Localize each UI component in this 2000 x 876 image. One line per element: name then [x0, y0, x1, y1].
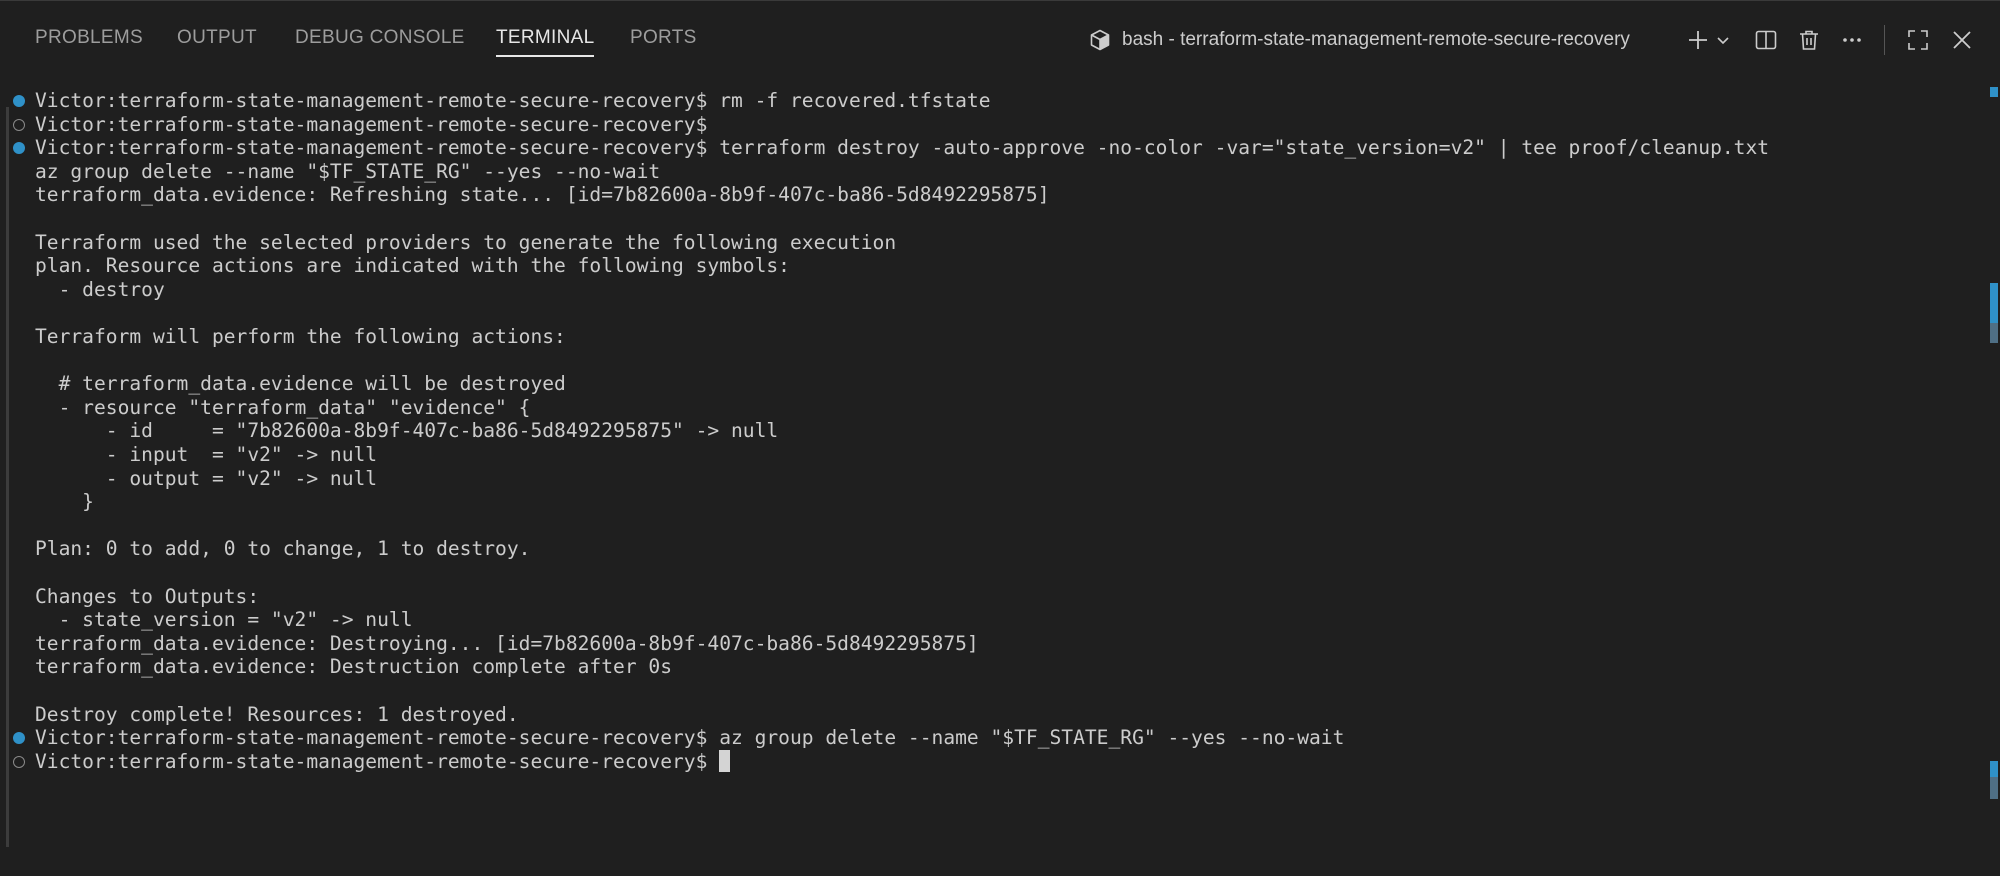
terminal-line: # terraform_data.evidence will be destro… — [35, 372, 566, 396]
tab-label: PROBLEMS — [35, 27, 143, 48]
terminal-line-text: - destroy — [35, 277, 165, 301]
split-terminal-icon[interactable] — [1751, 25, 1781, 55]
tab-label: PORTS — [630, 27, 697, 48]
scrollbar-marker — [1990, 777, 1998, 799]
terminal-line-text: # terraform_data.evidence will be destro… — [35, 372, 566, 396]
terminal-line-text: - resource "terraform_data" "evidence" { — [35, 395, 531, 419]
command-success-decoration[interactable] — [13, 732, 25, 745]
terminal-line-text: Victor:terraform-state-management-remote… — [35, 112, 708, 136]
toolbar-divider — [1884, 25, 1885, 55]
tab-output[interactable]: OUTPUT — [177, 27, 257, 49]
panel-tab-bar: PROBLEMS OUTPUT DEBUG CONSOLE TERMINAL P… — [0, 1, 2000, 73]
terminal-line: Victor:terraform-state-management-remote… — [35, 726, 1344, 750]
terminal-line-text: Plan: 0 to add, 0 to change, 1 to destro… — [35, 537, 531, 561]
tab-label: DEBUG CONSOLE — [295, 27, 465, 48]
tab-label: OUTPUT — [177, 27, 257, 48]
scrollbar-marker — [1990, 283, 1998, 323]
command-success-decoration[interactable] — [13, 95, 25, 107]
terminal-line: az group delete --name "$TF_STATE_RG" --… — [35, 160, 660, 184]
tab-label: TERMINAL — [496, 27, 595, 48]
terminal-line-text: terraform_data.evidence: Refreshing stat… — [35, 183, 1050, 207]
terminal-line-text: - input = "v2" -> null — [35, 443, 378, 466]
terminal-line: plan. Resource actions are indicated wit… — [35, 254, 790, 278]
terminal-line: Victor:terraform-state-management-remote… — [35, 136, 1769, 160]
command-decoration[interactable] — [13, 755, 25, 768]
terminal-line: - id = "7b82600a-8b9f-407c-ba86-5d849229… — [35, 419, 778, 443]
terminal-line: } — [35, 490, 94, 514]
tab-debug-console[interactable]: DEBUG CONSOLE — [295, 27, 465, 49]
scrollbar-marker — [1990, 761, 1998, 777]
terminal-line: Terraform will perform the following act… — [35, 325, 566, 349]
terminal-line: - destroy — [35, 278, 165, 302]
close-icon[interactable] — [1947, 25, 1977, 55]
terminal-gutter — [6, 107, 9, 847]
terminal-line: - input = "v2" -> null — [35, 443, 377, 467]
terminal-line-text: Victor:terraform-state-management-remote… — [35, 749, 720, 773]
terminal-output[interactable]: Victor:terraform-state-management-remote… — [0, 87, 1975, 876]
terminal-line: - output = "v2" -> null — [35, 467, 377, 491]
terminal-scrollbar[interactable] — [1986, 87, 2000, 876]
terminal-line-text: - output = "v2" -> null — [35, 466, 378, 490]
command-success-decoration[interactable] — [13, 142, 25, 155]
terminal-line-text: Terraform will perform the following act… — [35, 325, 566, 348]
active-tab-indicator — [496, 55, 595, 57]
terminal-line-text: terraform_data.evidence: Destruction com… — [35, 655, 673, 679]
cube-icon — [1088, 28, 1112, 52]
terminal-line-text: Terraform used the selected providers to… — [35, 230, 897, 254]
trash-icon[interactable] — [1794, 25, 1824, 55]
ellipsis-icon[interactable] — [1837, 25, 1867, 55]
terminal-instance-selector[interactable]: bash - terraform-state-management-remote… — [1088, 27, 1630, 53]
terminal-line: terraform_data.evidence: Refreshing stat… — [35, 183, 1050, 207]
terminal-line: - resource "terraform_data" "evidence" { — [35, 395, 531, 420]
terminal-line-text: - state_version = "v2" -> null — [35, 608, 413, 632]
scrollbar-marker — [1990, 323, 1998, 343]
maximize-icon[interactable] — [1903, 25, 1933, 55]
terminal-line-text: plan. Resource actions are indicated wit… — [35, 254, 790, 278]
terminal-line-text: Victor:terraform-state-management-remote… — [35, 136, 1770, 160]
terminal-line: Victor:terraform-state-management-remote… — [35, 749, 731, 774]
terminal-line-text: } — [35, 490, 94, 514]
terminal-cursor — [719, 749, 731, 772]
plus-icon[interactable] — [1683, 25, 1713, 55]
terminal-line-text: Changes to Outputs: — [35, 584, 260, 608]
terminal-line-text: Destroy complete! Resources: 1 destroyed… — [35, 702, 519, 726]
terminal-line: terraform_data.evidence: Destroying... [… — [35, 632, 979, 656]
terminal-line-text: - id = "7b82600a-8b9f-407c-ba86-5d849229… — [35, 419, 779, 443]
terminal-line: Plan: 0 to add, 0 to change, 1 to destro… — [35, 537, 530, 561]
tab-ports[interactable]: PORTS — [630, 27, 697, 49]
terminal-line: Changes to Outputs: — [35, 585, 259, 609]
terminal-panel: PROBLEMS OUTPUT DEBUG CONSOLE TERMINAL P… — [0, 0, 2000, 876]
tab-problems[interactable]: PROBLEMS — [35, 27, 143, 49]
terminal-line: Terraform used the selected providers to… — [35, 231, 896, 255]
terminal-line: Victor:terraform-state-management-remote… — [35, 89, 991, 113]
terminal-line: - state_version = "v2" -> null — [35, 608, 413, 632]
terminal-line-text: terraform_data.evidence: Destroying... [… — [35, 631, 979, 655]
terminal-title: bash - terraform-state-management-remote… — [1122, 29, 1630, 50]
command-decoration[interactable] — [13, 118, 25, 131]
tab-terminal[interactable]: TERMINAL — [496, 27, 595, 57]
terminal-line-text: Victor:terraform-state-management-remote… — [35, 726, 1345, 750]
terminal-line: terraform_data.evidence: Destruction com… — [35, 655, 672, 679]
chevron-down-icon[interactable] — [1713, 25, 1733, 55]
scrollbar-marker — [1990, 87, 1998, 97]
terminal-line: Destroy complete! Resources: 1 destroyed… — [35, 703, 519, 727]
terminal-line: Victor:terraform-state-management-remote… — [35, 113, 707, 137]
terminal-line-text: Victor:terraform-state-management-remote… — [35, 89, 991, 112]
terminal-line-text: az group delete --name "$TF_STATE_RG" --… — [35, 159, 661, 183]
